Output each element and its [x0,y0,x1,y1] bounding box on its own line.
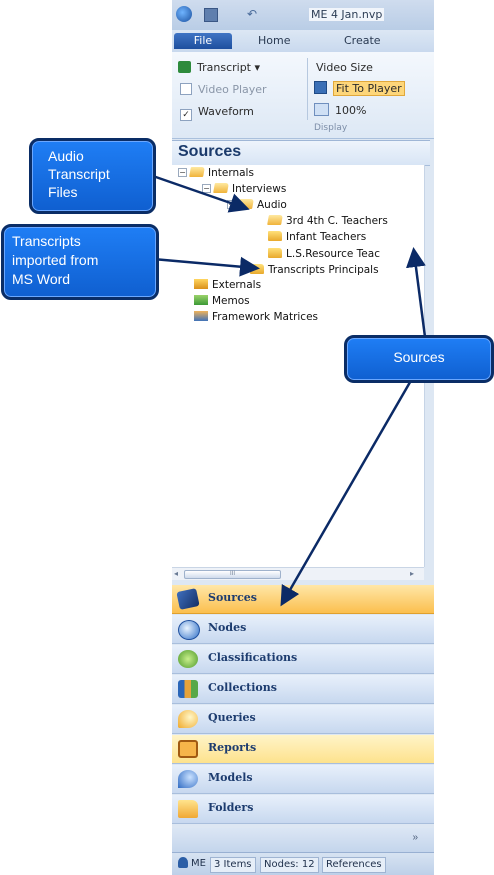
ribbon-display-group: Transcript ▾ Video Player ✓ Waveform Vide… [172,52,434,139]
memos-icon [194,295,208,305]
nav-label: Nodes [208,621,247,634]
collapse-icon[interactable]: − [227,200,236,209]
transcript-dropdown[interactable]: Transcript ▾ [178,60,260,76]
user-icon [178,857,188,868]
video-player-checkbox[interactable]: Video Player [180,82,267,98]
nodes-icon [178,620,200,640]
nav-collections[interactable]: Collections [172,675,434,704]
checkbox-unchecked-icon [180,83,192,95]
zoom-100-button[interactable]: 100% [314,103,366,119]
nav-queries[interactable]: Queries [172,705,434,734]
callout-audio-files: Audio Transcript Files [29,138,156,214]
navigation-pane: Sources Nodes Classifications Collection… [172,582,434,852]
tree-item-framework-matrices[interactable]: Framework Matrices [194,310,318,324]
framework-matrices-icon [194,311,208,321]
fit-to-player-button[interactable]: Fit To Player [314,81,405,97]
nvivo-window: ↶ ME 4 Jan.nvp File Home Create Transcri… [172,0,434,875]
title-bar: ↶ ME 4 Jan.nvp [172,0,434,30]
nav-label: Classifications [208,651,298,664]
nav-nodes[interactable]: Nodes [172,615,434,644]
waveform-checkbox[interactable]: ✓ Waveform [180,104,254,121]
nav-sources[interactable]: Sources [172,585,434,614]
folder-icon [268,231,282,241]
tree-item-transcripts-principals[interactable]: Transcripts Principals [250,263,379,277]
nav-folders[interactable]: Folders [172,795,434,824]
nav-label: Collections [208,681,277,694]
tree-item-memos[interactable]: Memos [194,294,250,308]
status-references: References [322,857,386,873]
tree-item-internals[interactable]: − Internals [178,166,254,180]
scroll-left-icon[interactable]: ◂ [174,569,178,578]
transcript-icon [178,61,191,73]
undo-icon[interactable]: ↶ [247,8,259,20]
nav-label: Folders [208,801,254,814]
video-size-label: Video Size [316,61,373,74]
tree-item-ls-resource[interactable]: L.S.Resource Teac [268,247,380,261]
status-bar: ME 3 Items Nodes: 12 References [172,852,434,875]
models-icon [178,770,198,788]
sources-panel-title: Sources [178,143,242,160]
folder-icon [268,248,282,258]
status-nodes: Nodes: 12 [260,857,319,873]
tree-item-interviews[interactable]: − Interviews [202,182,286,196]
nav-classifications[interactable]: Classifications [172,645,434,674]
collapse-icon[interactable]: − [202,184,211,193]
tree-item-externals[interactable]: Externals [194,278,261,292]
folder-icon [250,264,264,274]
ribbon-group-label: Display [314,123,348,133]
collections-icon [178,680,198,698]
scroll-thumb[interactable]: III [184,570,281,579]
nav-label: Sources [208,591,257,604]
folder-open-icon [267,215,283,225]
callout-transcripts-word: Transcripts imported from MS Word [1,224,159,300]
horizontal-scrollbar[interactable]: ◂ III ▸ [172,567,424,580]
scroll-right-icon[interactable]: ▸ [410,569,414,578]
tab-file[interactable]: File [174,33,232,49]
window-title: ME 4 Jan.nvp [309,8,385,21]
sources-icon [176,588,200,610]
save-icon[interactable] [204,8,218,22]
tab-home[interactable]: Home [258,33,290,49]
status-user: ME [178,857,206,871]
classifications-icon [178,650,198,668]
reports-icon [178,740,198,758]
tree-item-3rd-4th-teachers[interactable]: 3rd 4th C. Teachers [267,214,388,228]
ribbon-separator [307,58,308,120]
folder-open-icon [213,183,229,193]
nav-label: Models [208,771,253,784]
folder-open-icon [238,199,254,209]
fit-to-player-icon [314,81,327,94]
folder-open-icon [189,167,205,177]
tree-item-audio[interactable]: − Audio [227,198,287,212]
checkbox-checked-icon: ✓ [180,109,192,121]
collapse-icon[interactable]: − [178,168,187,177]
nav-reports[interactable]: Reports [172,735,434,764]
folders-icon [178,800,198,818]
app-logo-icon[interactable] [176,6,192,22]
ribbon-tabs: File Home Create [172,30,434,52]
zoom-icon [314,103,329,116]
sources-panel-header: Sources [172,140,430,166]
tab-create[interactable]: Create [344,33,381,49]
nav-label: Queries [208,711,256,724]
tree-item-infant-teachers[interactable]: Infant Teachers [268,230,366,244]
queries-icon [178,710,198,728]
callout-sources: Sources [344,335,494,383]
nav-models[interactable]: Models [172,765,434,794]
externals-icon [194,279,208,289]
status-items: 3 Items [210,857,256,873]
nav-overflow[interactable]: » [172,828,434,852]
more-chevron-icon[interactable]: » [412,832,418,843]
nav-label: Reports [208,741,257,754]
